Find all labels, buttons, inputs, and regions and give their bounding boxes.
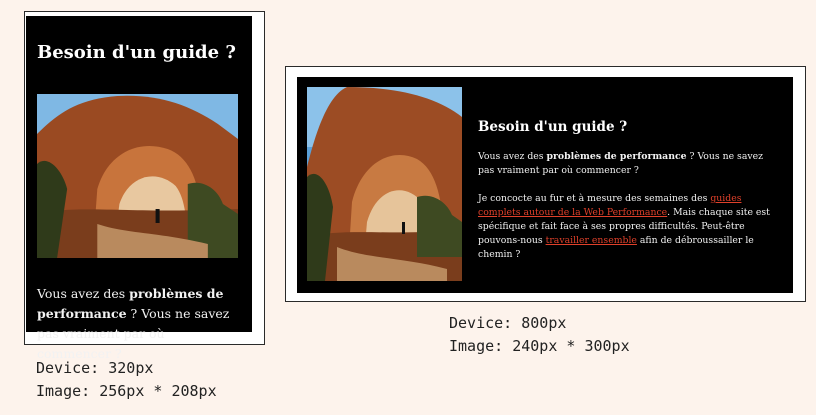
desktop-guide-card: Besoin d'un guide ? Vous avez des problè… [297,77,793,293]
desktop-card-title: Besoin d'un guide ? [478,119,628,135]
desktop-caption-image: Image: 240px * 300px [449,337,630,355]
mobile-arch-photo [37,94,238,258]
mobile-caption: Device: 320px Image: 256px * 208px [36,357,217,403]
desktop-arch-photo [307,87,462,281]
mobile-text-before: Vous avez des [37,286,130,301]
desktop-guides-text: Je concocte au fur et à mesure des semai… [478,192,778,262]
mobile-card-title: Besoin d'un guide ? [37,42,236,63]
mobile-intro-text: Vous avez des problèmes de performance ?… [37,284,237,364]
work-together-link[interactable]: travailler ensemble [546,235,637,246]
desktop-caption-device: Device: 800px [449,314,567,332]
desktop-p1-strong: problèmes de performance [546,151,687,162]
desktop-caption: Device: 800px Image: 240px * 300px [449,312,630,358]
desktop-p2-a: Je concocte au fur et à mesure des semai… [478,193,711,204]
desktop-intro-text: Vous avez des problèmes de performance ?… [478,150,778,178]
mobile-caption-device: Device: 320px [36,359,154,377]
mobile-caption-image: Image: 256px * 208px [36,382,217,400]
desktop-p1-before: Vous avez des [478,151,547,162]
mobile-guide-card: Besoin d'un guide ? Vous avez des problè… [26,16,252,361]
